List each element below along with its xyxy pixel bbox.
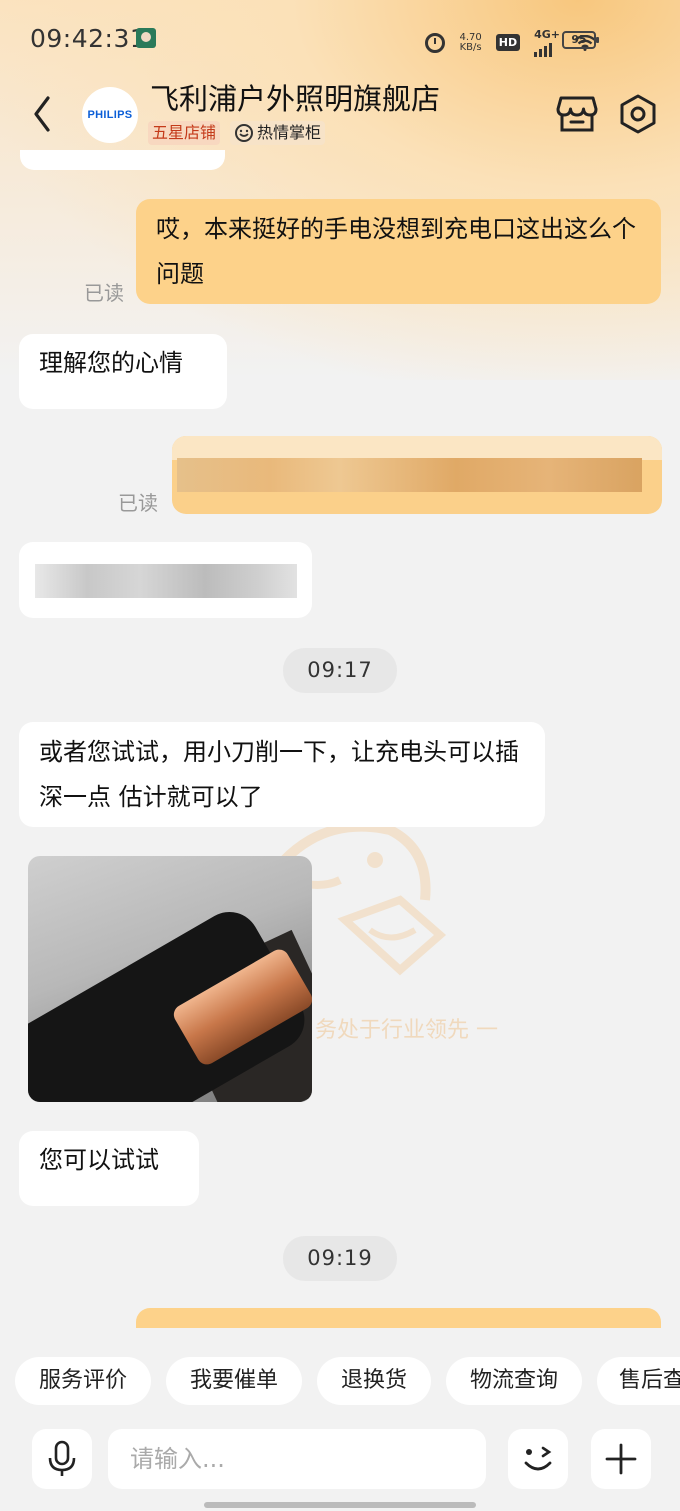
timestamp-chip: 09:17 bbox=[283, 648, 397, 693]
read-status: 已读 bbox=[118, 491, 158, 515]
message-bubble-outgoing[interactable]: 哎，本来挺好的手电没想到充电口这出这么个问题 bbox=[136, 199, 661, 304]
signal-icon: 4G+ bbox=[534, 28, 560, 57]
message-bubble-incoming[interactable]: 理解您的心情 bbox=[19, 334, 227, 409]
smile-face-icon bbox=[235, 124, 254, 142]
message-text: 哎，本来挺好的手电没想到充电口这出这么个问题 bbox=[156, 215, 636, 288]
previous-message-bubble bbox=[20, 150, 225, 170]
blurred-message-outgoing[interactable] bbox=[172, 436, 662, 514]
blurred-message-incoming[interactable] bbox=[19, 542, 312, 618]
emoji-button[interactable] bbox=[508, 1429, 568, 1489]
message-bubble-incoming[interactable]: 或者您试试，用小刀削一下，让充电头可以插深一点 估计就可以了 bbox=[19, 722, 545, 827]
more-button[interactable] bbox=[591, 1429, 651, 1489]
shop-name[interactable]: 飞利浦户外照明旗舰店 bbox=[150, 76, 440, 118]
warm-shopkeeper-badge: 热情掌柜 bbox=[230, 121, 326, 145]
app-notification-icon bbox=[136, 28, 156, 48]
microphone-icon bbox=[48, 1440, 76, 1476]
message-text: 您可以试试 bbox=[39, 1146, 159, 1174]
watermark-text: 务处于行业领先 一 bbox=[315, 1018, 498, 1043]
status-bar: 09:42:31 4.70 KB/s HD 4G+ 95 bbox=[0, 0, 680, 78]
status-time: 09:42:31 bbox=[30, 24, 147, 53]
quick-action-logistics[interactable]: 物流查询 bbox=[446, 1357, 582, 1405]
five-star-badge: 五星店铺 bbox=[148, 121, 221, 145]
quick-actions-bar: 服务评价 我要催单 退换货 物流查询 售后查 bbox=[0, 1345, 680, 1415]
read-status: 已读 bbox=[84, 281, 124, 305]
home-indicator bbox=[204, 1502, 476, 1508]
message-text: 理解您的心情 bbox=[39, 349, 183, 377]
battery-icon: 95 bbox=[562, 31, 599, 49]
message-bubble-incoming[interactable]: 您可以试试 bbox=[19, 1131, 199, 1206]
message-input[interactable] bbox=[108, 1429, 486, 1489]
voice-button[interactable] bbox=[32, 1429, 92, 1489]
partial-message-bubble bbox=[136, 1308, 661, 1328]
hd-icon: HD bbox=[495, 34, 521, 51]
plus-icon bbox=[605, 1443, 637, 1475]
shop-badges: 五星店铺 热情掌柜 bbox=[148, 121, 326, 145]
settings-icon[interactable] bbox=[617, 93, 659, 135]
image-message-usb-c-cable[interactable] bbox=[28, 856, 312, 1102]
quick-action-review[interactable]: 服务评价 bbox=[15, 1357, 151, 1405]
shop-avatar[interactable]: PHILIPS bbox=[82, 87, 138, 143]
quick-action-return-exchange[interactable]: 退换货 bbox=[317, 1357, 431, 1405]
quick-action-after-sales[interactable]: 售后查 bbox=[597, 1357, 680, 1405]
input-bar bbox=[0, 1415, 680, 1511]
timestamp-chip: 09:19 bbox=[283, 1236, 397, 1281]
back-icon[interactable] bbox=[28, 92, 58, 136]
philips-logo: PHILIPS bbox=[87, 109, 133, 121]
store-icon[interactable] bbox=[556, 94, 598, 134]
alarm-icon bbox=[425, 32, 446, 53]
emoji-icon bbox=[524, 1446, 552, 1471]
network-speed: 4.70 KB/s bbox=[459, 31, 482, 53]
quick-action-urge-order[interactable]: 我要催单 bbox=[166, 1357, 302, 1405]
message-text: 或者您试试，用小刀削一下，让充电头可以插深一点 估计就可以了 bbox=[39, 738, 519, 811]
